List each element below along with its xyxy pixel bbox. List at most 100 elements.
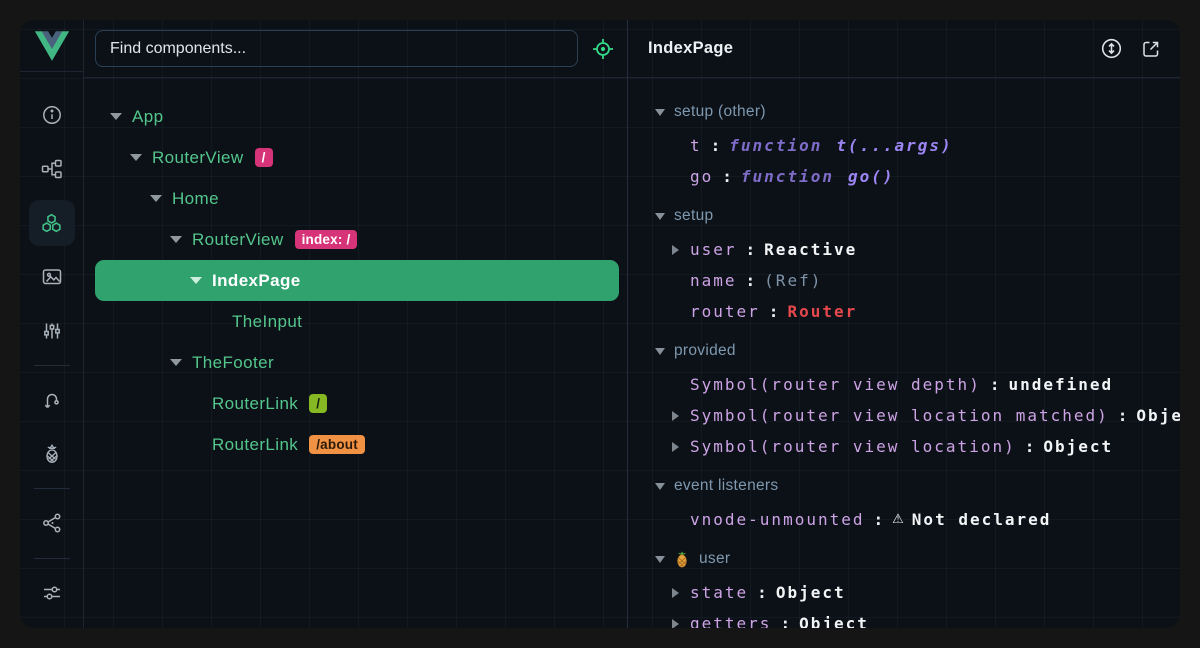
inspector-actions <box>1098 36 1164 62</box>
scroll-to-component-icon <box>1100 37 1123 60</box>
tree-node-routerview-1[interactable]: RouterView / <box>84 137 627 178</box>
sidebar-item-overview[interactable] <box>25 88 79 142</box>
select-component-button[interactable] <box>586 32 620 66</box>
state-value: Reactive <box>764 240 857 259</box>
inspector-title: IndexPage <box>648 39 733 58</box>
expander-icon[interactable] <box>190 277 212 284</box>
expander-icon[interactable] <box>672 588 690 598</box>
expander-icon[interactable] <box>672 245 690 255</box>
sidebar-item-pinia[interactable] <box>25 427 79 481</box>
tree-node-routerview-3[interactable]: RouterViewindex: / <box>84 219 627 260</box>
tree-node-home-2[interactable]: Home <box>84 178 627 219</box>
route-badge: index: / <box>295 230 358 249</box>
chevron-down-icon <box>150 195 162 202</box>
colon: : <box>780 614 790 628</box>
component-name: Home <box>172 189 219 209</box>
tree-node-routerlink-8[interactable]: RouterLink/about <box>84 424 627 465</box>
component-name: RouterView <box>152 148 244 168</box>
state-key: router <box>690 302 760 321</box>
tree-node-theinput-5[interactable]: TheInput <box>84 301 627 342</box>
state-section: providedSymbol(router view depth):undefi… <box>628 333 1180 462</box>
expander-icon[interactable] <box>110 113 132 120</box>
colon: : <box>722 167 732 186</box>
pinia-icon <box>41 443 63 465</box>
expander-icon[interactable] <box>130 154 152 161</box>
state-section-header[interactable]: user <box>628 541 1180 577</box>
route-badge: / <box>255 148 273 167</box>
inspector-body: setup (other)t:functiont(...args)go:func… <box>628 78 1180 628</box>
chevron-down-icon <box>655 348 665 355</box>
state-section-header[interactable]: setup <box>628 198 1180 234</box>
section-title: setup <box>674 207 713 225</box>
state-row-state[interactable]: state:Object <box>628 577 1180 608</box>
sidebar-item-pages[interactable] <box>25 142 79 196</box>
section-title: setup (other) <box>674 103 766 121</box>
chevron-right-icon <box>672 588 679 598</box>
function-signature: t(...args) <box>836 136 952 155</box>
warning-icon: ⚠ <box>892 512 904 527</box>
sidebar-bottom <box>25 551 79 628</box>
sidebar-item-components[interactable] <box>25 196 79 250</box>
colon: : <box>746 271 756 290</box>
vue-logo-icon <box>35 31 69 61</box>
state-row-symbol-router-view-depth-: Symbol(router view depth):undefined <box>628 369 1180 400</box>
component-tree-panel: App RouterView / Home RouterViewindex: /Inde… <box>84 20 628 628</box>
state-section: setup (other)t:functiont(...args)go:func… <box>628 94 1180 192</box>
open-in-editor-button[interactable] <box>1138 36 1164 62</box>
graph-icon <box>41 512 63 534</box>
state-key: Symbol(router view depth) <box>690 375 981 394</box>
tree-node-app-0[interactable]: App <box>84 96 627 137</box>
state-value: Object <box>776 583 846 602</box>
state-section: event listenersvnode-unmounted:⚠Not decl… <box>628 468 1180 535</box>
state-row-symbol-router-view-location-matched-[interactable]: Symbol(router view location matched):Obj… <box>628 400 1180 431</box>
state-section-header[interactable]: event listeners <box>628 468 1180 504</box>
info-icon <box>41 104 63 126</box>
chevron-down-icon <box>130 154 142 161</box>
colon: : <box>711 136 721 155</box>
state-row-symbol-router-view-location-[interactable]: Symbol(router view location):Object <box>628 431 1180 462</box>
chevron-right-icon <box>672 411 679 421</box>
state-row-getters[interactable]: getters:Object <box>628 608 1180 628</box>
state-section-header[interactable]: provided <box>628 333 1180 369</box>
expander-icon[interactable] <box>672 619 690 629</box>
target-icon <box>590 36 616 62</box>
component-tree: App RouterView / Home RouterViewindex: /Inde… <box>84 78 627 628</box>
expander-icon[interactable] <box>170 359 192 366</box>
colon: : <box>746 240 756 259</box>
state-row-user[interactable]: user:Reactive <box>628 234 1180 265</box>
state-row-name: name: (Ref) <box>628 265 1180 296</box>
assets-icon <box>41 266 63 288</box>
chevron-down-icon <box>110 113 122 120</box>
pages-tree-icon <box>41 158 63 180</box>
function-keyword: function <box>729 136 822 155</box>
chevron-right-icon <box>672 442 679 452</box>
sidebar-item-timeline[interactable] <box>25 304 79 358</box>
sidebar-item-router[interactable] <box>25 373 79 427</box>
sidebar-item-graph[interactable] <box>25 496 79 550</box>
section-title: event listeners <box>674 477 778 495</box>
expander-icon[interactable] <box>170 236 192 243</box>
scroll-to-component-button[interactable] <box>1098 36 1124 62</box>
state-section: setupuser:Reactivename: (Ref)router:Rout… <box>628 198 1180 327</box>
chevron-right-icon <box>672 619 679 629</box>
colon: : <box>1025 437 1035 456</box>
chevron-down-icon <box>655 556 665 563</box>
state-key: name <box>690 271 737 290</box>
state-row-router: router:Router <box>628 296 1180 327</box>
tree-node-thefooter-6[interactable]: TheFooter <box>84 342 627 383</box>
state-section-header[interactable]: setup (other) <box>628 94 1180 130</box>
tree-node-routerlink-7[interactable]: RouterLink/ <box>84 383 627 424</box>
expander-icon[interactable] <box>672 411 690 421</box>
tree-node-indexpage-4[interactable]: IndexPage <box>95 260 619 301</box>
search-input[interactable] <box>95 30 578 67</box>
expander-icon[interactable] <box>150 195 172 202</box>
sidebar-nav <box>20 72 83 628</box>
expander-icon[interactable] <box>672 442 690 452</box>
components-icon <box>40 212 63 235</box>
state-key: Symbol(router view location matched) <box>690 406 1109 425</box>
colon: : <box>990 375 1000 394</box>
sidebar-item-assets[interactable] <box>25 250 79 304</box>
sidebar-item-settings[interactable] <box>25 566 79 620</box>
route-badge: /about <box>309 435 365 454</box>
colon: : <box>874 510 884 529</box>
